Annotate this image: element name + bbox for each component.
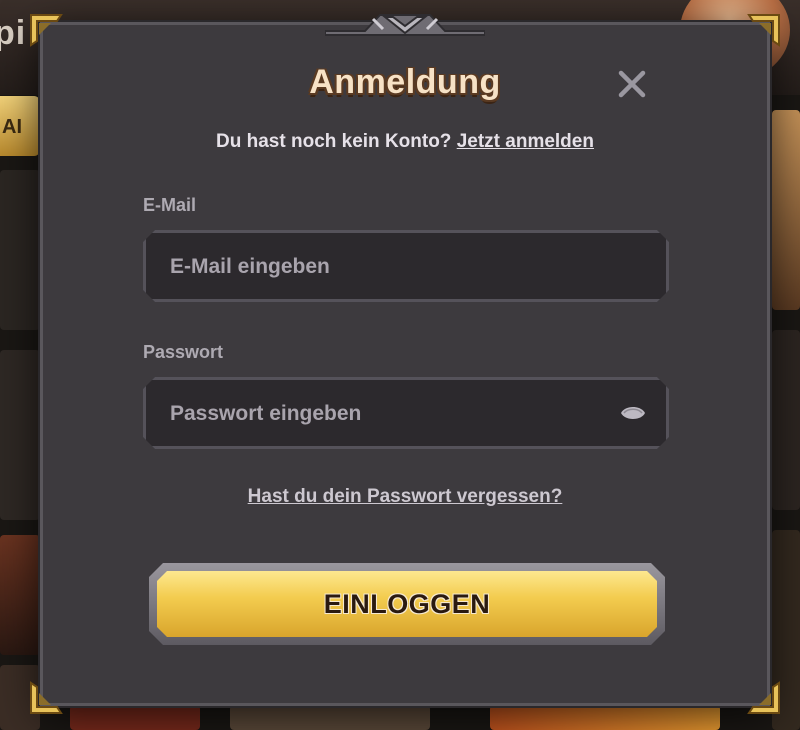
background-game-tile [0, 170, 40, 330]
email-label: E-Mail [143, 195, 197, 215]
background-tag: AI [0, 96, 40, 156]
background-game-tile [0, 535, 40, 655]
dialog-title: Anmeldung [309, 63, 501, 101]
password-field[interactable] [168, 380, 602, 448]
email-field[interactable] [168, 233, 602, 301]
password-label: Passwort [143, 342, 224, 362]
background-tag-text: AI [2, 116, 22, 138]
background-game-tile [772, 110, 800, 310]
ornament-corner [747, 681, 781, 715]
login-dialog: Anmeldung Du hast noch kein Konto? Jetzt… [30, 14, 780, 714]
background-game-tile [70, 705, 200, 730]
background-game-tile [0, 350, 40, 520]
eye-icon[interactable] [620, 402, 646, 424]
ornament-corner [29, 13, 63, 47]
background-game-tile [772, 330, 800, 510]
forgot-password-link[interactable]: Hast du dein Passwort vergessen? [43, 486, 767, 508]
ornament-corner [29, 681, 63, 715]
signup-prompt-line: Du hast noch kein Konto? Jetzt anmelden [43, 131, 767, 153]
ornament-crest [325, 9, 485, 39]
close-icon[interactable] [615, 67, 649, 101]
email-field-frame [143, 230, 669, 302]
ornament-corner [747, 13, 781, 47]
login-button-frame: EINLOGGEN [149, 563, 665, 645]
signup-prompt-text: Du hast noch kein Konto? [216, 131, 452, 152]
background-game-tile [230, 705, 430, 730]
background-title-fragment: pi [0, 14, 27, 52]
background-game-tile [490, 705, 720, 730]
password-field-frame [143, 377, 669, 449]
login-button[interactable]: EINLOGGEN [157, 571, 657, 637]
login-button-label: EINLOGGEN [323, 588, 491, 619]
signup-link[interactable]: Jetzt anmelden [457, 131, 594, 152]
